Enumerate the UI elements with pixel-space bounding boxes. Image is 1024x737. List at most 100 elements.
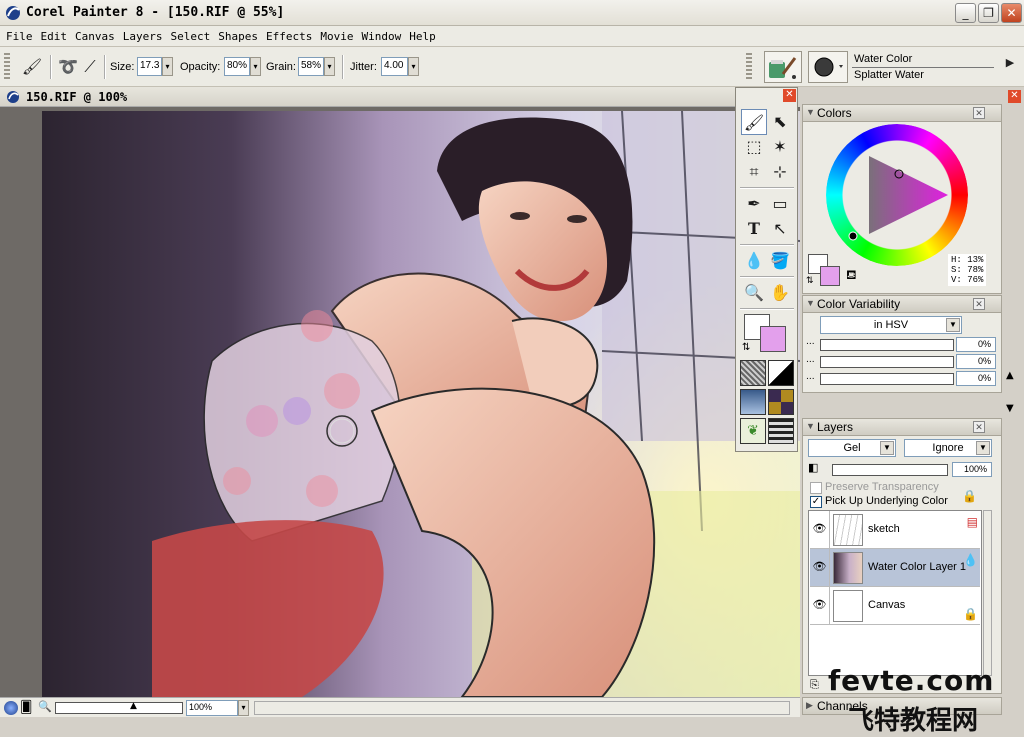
visibility-eye-icon[interactable]: 👁 xyxy=(810,549,830,586)
size-field[interactable]: 17.3 xyxy=(137,57,162,76)
toolbox-close-icon[interactable]: ✕ xyxy=(783,89,796,102)
paint-bucket-tool-icon[interactable]: 🪣 xyxy=(767,248,793,274)
weave-selector[interactable] xyxy=(768,389,794,415)
preserve-transparency-checkbox[interactable] xyxy=(810,482,822,494)
gradient-selector[interactable] xyxy=(768,360,794,386)
panel-expand-arrow-icon[interactable]: ▶ xyxy=(1000,51,1020,75)
looks-selector[interactable] xyxy=(768,418,794,444)
painting-canvas[interactable] xyxy=(42,111,800,697)
pen-tool-icon[interactable]: ✒ xyxy=(741,191,767,217)
scroll-up-arrow-icon[interactable]: ▲ xyxy=(1006,370,1014,381)
brush-icon[interactable]: 🖌 xyxy=(20,55,44,79)
layer-list-scrollbar[interactable] xyxy=(983,510,992,676)
lock-icon[interactable]: 🔒 xyxy=(962,489,977,503)
minimize-button[interactable]: _ xyxy=(955,3,976,23)
collapse-triangle-icon[interactable]: ▼ xyxy=(806,107,815,117)
magnifier-icon[interactable]: 🔍 xyxy=(38,700,52,713)
horizontal-scrollbar[interactable] xyxy=(254,701,790,715)
menu-edit[interactable]: Edit xyxy=(37,26,72,43)
color-wheel[interactable] xyxy=(826,124,968,269)
rectangle-shape-tool-icon[interactable]: ▭ xyxy=(767,191,793,217)
menu-select[interactable]: Select xyxy=(167,26,215,43)
zoom-level-field[interactable]: 100% xyxy=(186,700,238,716)
pattern-selector[interactable] xyxy=(740,389,766,415)
freehand-stroke-icon[interactable]: ➰ xyxy=(56,55,80,79)
nozzle-selector[interactable]: ❦ xyxy=(740,418,766,444)
layers-panel-close-icon[interactable]: ✕ xyxy=(973,421,985,433)
layer-opacity-field[interactable]: 100% xyxy=(952,462,992,477)
restore-button[interactable]: ❐ xyxy=(978,3,999,23)
selection-adjuster-tool-icon[interactable]: ⊹ xyxy=(767,159,793,185)
text-tool-icon[interactable]: T xyxy=(741,216,767,242)
menu-file[interactable]: File xyxy=(2,26,37,43)
paper-selector[interactable] xyxy=(740,360,766,386)
palettes-close-icon[interactable]: ✕ xyxy=(1008,90,1021,103)
shape-selection-tool-icon[interactable]: ↖ xyxy=(767,216,793,242)
jitter-stepper[interactable]: ▾ xyxy=(408,57,419,76)
layer-adjuster-tool-icon[interactable]: ⬉ xyxy=(767,109,793,135)
scroll-down-arrow-icon[interactable]: ▼ xyxy=(1006,403,1014,414)
collapse-triangle-icon[interactable]: ▼ xyxy=(806,298,815,308)
menu-effects[interactable]: Effects xyxy=(262,26,316,43)
canvas-area[interactable] xyxy=(0,107,800,697)
grabber-icon[interactable]: 🂠 xyxy=(20,700,32,714)
menu-window[interactable]: Window xyxy=(357,26,405,43)
colors-panel-close-icon[interactable]: ✕ xyxy=(973,107,985,119)
hue-variability-field[interactable]: 0% xyxy=(956,337,996,352)
composite-method-dropdown[interactable]: Gel ▼ xyxy=(808,439,896,457)
expand-triangle-icon[interactable]: ▶ xyxy=(806,700,813,711)
opacity-field[interactable]: 80% xyxy=(224,57,250,76)
menu-canvas[interactable]: Canvas xyxy=(71,26,119,43)
layer-opacity-slider[interactable] xyxy=(832,464,948,476)
rectangular-selection-tool-icon[interactable]: ⬚ xyxy=(741,134,767,160)
color-variability-header[interactable]: ▼ Color Variability ✕ xyxy=(802,295,1002,313)
brush-selector-grip[interactable] xyxy=(746,53,752,81)
clone-color-stamp-icon[interactable]: ⛾ xyxy=(846,268,857,285)
jitter-field[interactable]: 4.00 xyxy=(381,57,408,76)
composite-depth-dropdown[interactable]: Ignore ▼ xyxy=(904,439,992,457)
visibility-eye-icon[interactable]: 👁 xyxy=(810,587,830,624)
visibility-eye-icon[interactable]: 👁 xyxy=(810,511,830,548)
layer-row-canvas[interactable]: 👁 Canvas 🔒 xyxy=(810,587,980,625)
layer-row-water-color-layer-1[interactable]: 👁 Water Color Layer 1 💧 xyxy=(810,549,980,587)
saturation-variability-field[interactable]: 0% xyxy=(956,354,996,369)
value-variability-slider[interactable] xyxy=(820,373,954,385)
hue-variability-slider[interactable] xyxy=(820,339,954,351)
value-variability-field[interactable]: 0% xyxy=(956,371,996,386)
menu-help[interactable]: Help xyxy=(405,26,440,43)
grain-field[interactable]: 58% xyxy=(298,57,324,76)
grain-stepper[interactable]: ▾ xyxy=(324,57,335,76)
document-title-bar[interactable]: 150.RIF @ 100% xyxy=(0,87,735,107)
brush-category-selector[interactable] xyxy=(764,51,802,83)
brush-tool-icon[interactable]: 🖌 xyxy=(741,109,767,135)
zoom-slider[interactable]: ▲ xyxy=(55,701,183,714)
layers-panel-header[interactable]: ▼ Layers ✕ xyxy=(802,418,1002,436)
collapse-triangle-icon[interactable]: ▼ xyxy=(806,421,815,431)
menu-layers[interactable]: Layers xyxy=(119,26,167,43)
colors-panel-header[interactable]: ▼ Colors ✕ xyxy=(802,104,1002,122)
zoom-stepper[interactable]: ▾ xyxy=(238,700,249,716)
canvas-rotate-icon[interactable] xyxy=(4,701,18,715)
straight-line-stroke-icon[interactable]: ⟋ xyxy=(78,55,102,79)
brush-variant-selector[interactable] xyxy=(808,51,848,83)
saturation-variability-slider[interactable] xyxy=(820,356,954,368)
dropper-tool-icon[interactable]: 💧 xyxy=(741,248,767,274)
swap-colors-icon[interactable]: ⇅ xyxy=(806,276,814,286)
layer-row-sketch[interactable]: 👁 sketch ▤ xyxy=(810,511,980,549)
variability-mode-dropdown[interactable]: in HSV ▼ xyxy=(820,316,962,334)
layer-commands-icon[interactable]: ⎘ xyxy=(810,678,828,692)
additional-color-swatch[interactable] xyxy=(760,326,786,352)
magic-wand-tool-icon[interactable]: ✶ xyxy=(767,134,793,160)
pick-up-underlying-checkbox[interactable]: ✓ xyxy=(810,496,822,508)
swap-colors-icon[interactable]: ⇅ xyxy=(742,342,750,353)
color-variability-close-icon[interactable]: ✕ xyxy=(973,298,985,310)
crop-tool-icon[interactable]: ⌗ xyxy=(741,159,767,185)
size-stepper[interactable]: ▾ xyxy=(162,57,173,76)
grabber-tool-icon[interactable]: ✋ xyxy=(767,280,793,306)
menu-movie[interactable]: Movie xyxy=(316,26,357,43)
toolbar-grip[interactable] xyxy=(4,53,10,81)
opacity-stepper[interactable]: ▾ xyxy=(250,57,261,76)
colors-additional-swatch[interactable] xyxy=(820,266,840,286)
close-button[interactable]: ✕ xyxy=(1001,3,1022,23)
magnifier-tool-icon[interactable]: 🔍 xyxy=(741,280,767,306)
